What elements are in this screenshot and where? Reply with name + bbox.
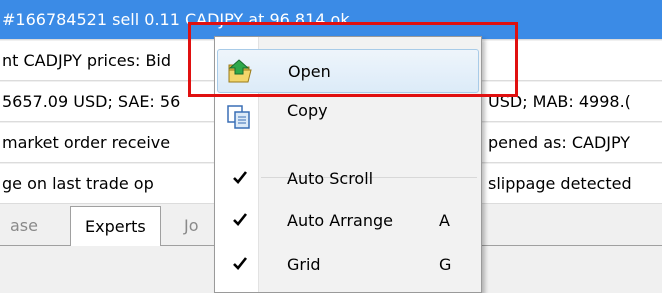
menu-item-auto-scroll[interactable]: Auto Scroll (217, 157, 479, 201)
log-row-text: 5657.09 USD; SAE: 56 (2, 92, 181, 111)
log-row-text-right: pened as: CADJPY (488, 133, 631, 152)
checkmark-icon (233, 257, 248, 270)
menu-item-shortcut: G (439, 255, 452, 274)
log-row-text: #166784521 sell 0.11 CADJPY at 96.814 ok (2, 10, 350, 29)
menu-item-copy[interactable]: Copy (217, 95, 479, 139)
log-row-text: ge on last trade op (2, 174, 154, 193)
log-row-selected[interactable]: #166784521 sell 0.11 CADJPY at 96.814 ok (0, 0, 662, 40)
menu-item-label: Auto Scroll (287, 169, 374, 188)
menu-item-label: Auto Arrange (287, 211, 393, 230)
folder-open-icon (228, 59, 252, 83)
log-row-text: market order receive (2, 133, 171, 152)
log-row-text: nt CADJPY prices: Bid (2, 51, 172, 70)
tab-experts[interactable]: Experts (70, 206, 161, 247)
tab-journal[interactable]: Jo (184, 206, 199, 246)
log-row-text-right: USD; MAB: 4998.( (488, 92, 631, 111)
menu-item-open[interactable]: Open (217, 49, 479, 93)
tab-trade-base[interactable]: ase (10, 206, 38, 246)
menu-item-auto-arrange[interactable]: Auto Arrange A (217, 199, 479, 243)
checkmark-icon (233, 171, 248, 184)
menu-item-shortcut: A (439, 211, 450, 230)
copy-icon (227, 105, 250, 129)
checkmark-icon (233, 213, 248, 226)
menu-item-label: Grid (287, 255, 321, 274)
menu-item-grid[interactable]: Grid G (217, 243, 479, 287)
menu-item-label: Open (288, 62, 331, 81)
menu-item-label: Copy (287, 101, 328, 120)
context-menu: Open Copy Auto Scroll Auto Arrange A Gri… (214, 36, 482, 293)
log-row-text-right: slippage detected (488, 174, 632, 193)
